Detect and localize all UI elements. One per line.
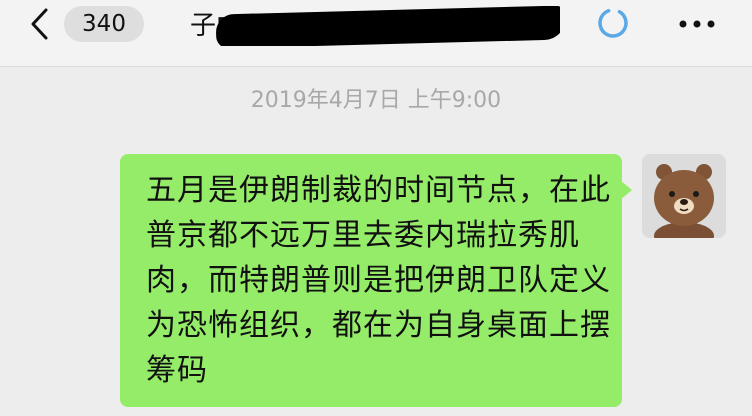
more-dots-icon [677, 14, 717, 33]
loading-spinner-icon [596, 6, 630, 40]
avatar[interactable] [642, 154, 726, 238]
more-button[interactable] [672, 6, 722, 40]
chat-screen: 340 子■■■■■■■■■们(333) 2019年4月7日 上午9:00 [0, 0, 752, 416]
message-text: 五月是伊朗制裁的时间节点，在此普京都不远万里去委内瑞拉秀肌肉，而特朗普则是把伊朗… [146, 173, 611, 388]
navigation-bar: 340 子■■■■■■■■■们(333) [0, 0, 752, 66]
unread-count-badge: 340 [64, 6, 144, 42]
chevron-left-icon [28, 6, 58, 42]
back-button[interactable]: 340 [28, 6, 158, 42]
bubble-tail [620, 180, 632, 200]
message-bubble[interactable]: 五月是伊朗制裁的时间节点，在此普京都不远万里去委内瑞拉秀肌肉，而特朗普则是把伊朗… [120, 154, 622, 407]
message-timestamp: 2019年4月7日 上午9:00 [250, 88, 502, 113]
brown-bear-avatar [642, 154, 726, 238]
chat-title-area: 子■■■■■■■■■们(333) [190, 6, 560, 46]
navbar-divider [0, 66, 752, 67]
